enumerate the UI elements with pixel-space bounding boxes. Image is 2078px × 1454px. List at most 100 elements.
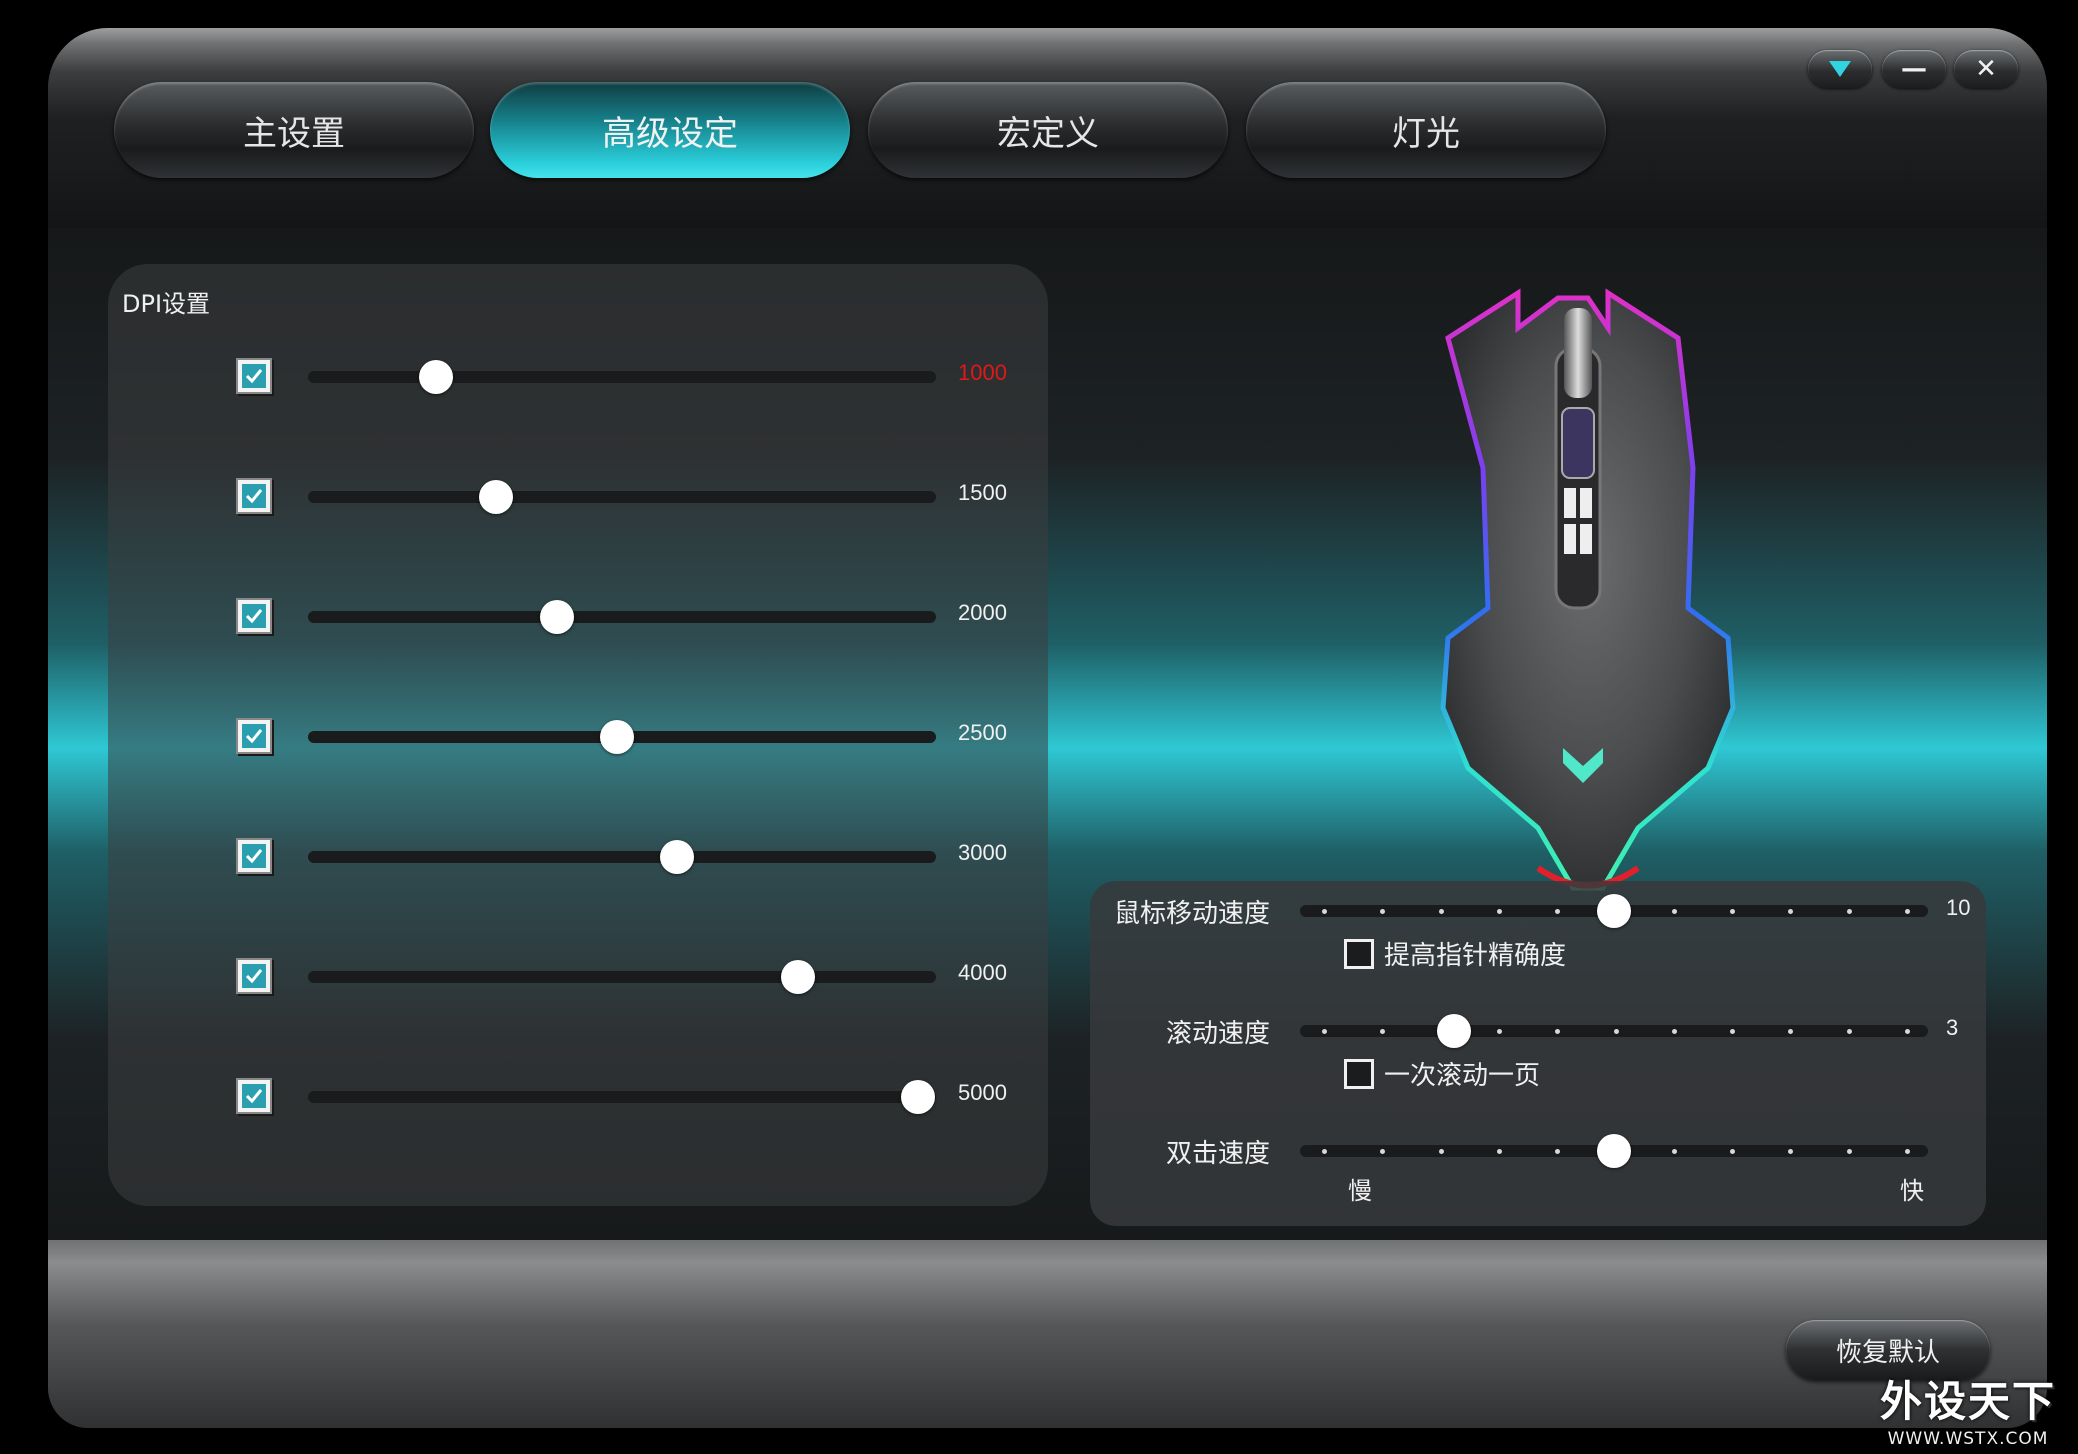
slider-tick (1730, 1149, 1736, 1154)
slider-tick (1613, 1029, 1619, 1034)
speed-panel: 鼠标移动速度 10 提高指针精确度 滚动速度 3 一次滚动一页 双击速度 慢 快 (1090, 881, 1986, 1226)
minimize-icon: — (1901, 54, 1927, 84)
dpi-level-checkbox[interactable] (236, 598, 272, 634)
pointer-speed-slider[interactable] (1300, 894, 1928, 928)
dpi-level-checkbox[interactable] (236, 478, 272, 514)
double-click-speed-label: 双击速度 (1165, 1139, 1270, 1169)
dpi-row: 3000 (108, 832, 1048, 882)
dpi-slider-knob[interactable] (479, 480, 514, 514)
slider-tick (1730, 909, 1736, 914)
dpi-level-value[interactable]: 2500 (958, 720, 1007, 746)
page-scroll-label: 一次滚动一页 (1384, 1061, 1541, 1091)
scroll-speed-slider[interactable] (1300, 1014, 1928, 1048)
slider-tick (1380, 1029, 1386, 1034)
watermark: 外设天下 WWW.WSTX.COM (1880, 1368, 2056, 1449)
precision-checkbox[interactable] (1344, 938, 1374, 969)
slider-tick (1496, 1149, 1502, 1154)
slider-tick (1322, 1029, 1327, 1034)
dpi-level-checkbox[interactable] (236, 958, 272, 994)
slider-tick (1788, 909, 1794, 914)
dpi-level-value[interactable]: 3000 (958, 840, 1007, 866)
slider-tick (1788, 1029, 1794, 1034)
slider-tick (1380, 909, 1386, 914)
tab-macro[interactable]: 宏定义 (868, 82, 1228, 178)
mouse-image (1440, 288, 1736, 891)
slider-knob[interactable] (1596, 1134, 1631, 1168)
dpi-level-slider[interactable] (308, 371, 936, 383)
precision-option[interactable]: 提高指针精确度 (1344, 935, 1566, 972)
slider-tick (1438, 1149, 1444, 1154)
pointer-speed-value: 10 (1946, 895, 1971, 920)
dpi-level-slider[interactable] (308, 851, 936, 863)
checkmark-icon (242, 964, 266, 988)
close-button[interactable]: ✕ (1954, 50, 2018, 88)
dpi-level-checkbox[interactable] (236, 838, 272, 874)
triangle-down-icon (1829, 61, 1851, 77)
dpi-level-checkbox[interactable] (236, 718, 272, 754)
tab-label: 宏定义 (997, 113, 1099, 154)
checkmark-icon (242, 484, 266, 508)
checkmark-icon (242, 844, 266, 868)
scroll-speed-label: 滚动速度 (1165, 1019, 1270, 1049)
dpi-slider-knob[interactable] (901, 1080, 936, 1114)
tab-label: 主设置 (243, 113, 345, 154)
dropdown-button[interactable] (1808, 50, 1872, 88)
double-click-speed-slider[interactable] (1300, 1134, 1928, 1168)
checkmark-icon (242, 724, 266, 748)
dpi-slider-knob[interactable] (660, 840, 695, 874)
precision-label: 提高指针精确度 (1384, 941, 1567, 971)
slider-knob[interactable] (1437, 1014, 1472, 1048)
dpi-level-value[interactable]: 4000 (958, 960, 1007, 986)
slider-tick (1846, 909, 1852, 914)
dpi-level-value[interactable]: 1000 (958, 360, 1007, 386)
dpi-level-slider[interactable] (308, 491, 936, 503)
dpi-slider-knob[interactable] (599, 720, 634, 754)
dpi-level-slider[interactable] (308, 971, 936, 983)
slider-knob[interactable] (1596, 894, 1631, 928)
dpi-level-checkbox[interactable] (236, 1078, 272, 1114)
dpi-level-slider[interactable] (308, 611, 936, 623)
tab-main-settings[interactable]: 主设置 (114, 82, 474, 178)
pointer-speed-label: 鼠标移动速度 (1113, 899, 1270, 929)
dpi-row: 2500 (108, 712, 1048, 762)
page-scroll-option[interactable]: 一次滚动一页 (1344, 1055, 1540, 1092)
minimize-button[interactable]: — (1882, 50, 1946, 88)
dpi-row: 5000 (108, 1072, 1048, 1122)
slider-tick (1322, 1149, 1327, 1154)
slider-tick (1846, 1029, 1852, 1034)
tab-label: 高级设定 (602, 113, 738, 154)
slider-tick (1905, 1029, 1910, 1034)
dpi-level-slider[interactable] (308, 1091, 936, 1103)
slider-tick (1788, 1149, 1794, 1154)
dpi-slider-knob[interactable] (780, 960, 815, 994)
slider-tick (1322, 909, 1327, 914)
slider-tick (1730, 1029, 1736, 1034)
dpi-level-value[interactable]: 2000 (958, 600, 1007, 626)
dpi-panel-title: DPI设置 (122, 290, 211, 318)
slider-tick (1380, 1149, 1386, 1154)
tab-advanced-settings[interactable]: 高级设定 (490, 82, 850, 178)
slider-tick (1671, 909, 1677, 914)
tab-lighting[interactable]: 灯光 (1246, 82, 1606, 178)
dpi-level-value[interactable]: 1500 (958, 480, 1007, 506)
slider-tick (1905, 909, 1910, 914)
dpi-level-checkbox[interactable] (236, 358, 272, 394)
slider-tick (1496, 909, 1502, 914)
slider-tick (1671, 1029, 1677, 1034)
footer-bar (48, 1240, 2047, 1428)
tab-label: 灯光 (1392, 113, 1460, 154)
dpi-slider-knob[interactable] (419, 360, 454, 394)
page-scroll-checkbox[interactable] (1344, 1058, 1374, 1089)
dpi-row: 4000 (108, 952, 1048, 1002)
dpi-level-value[interactable]: 5000 (958, 1080, 1007, 1106)
fast-label: 快 (1900, 1177, 1924, 1205)
dpi-row: 2000 (108, 592, 1048, 642)
checkmark-icon (242, 604, 266, 628)
slider-tick (1905, 1149, 1910, 1154)
dpi-slider-knob[interactable] (539, 600, 574, 634)
checkmark-icon (242, 1084, 266, 1108)
slider-tick (1496, 1029, 1502, 1034)
restore-label: 恢复默认 (1835, 1337, 1940, 1368)
slider-tick (1671, 1149, 1677, 1154)
watermark-title: 外设天下 (1880, 1377, 2057, 1426)
